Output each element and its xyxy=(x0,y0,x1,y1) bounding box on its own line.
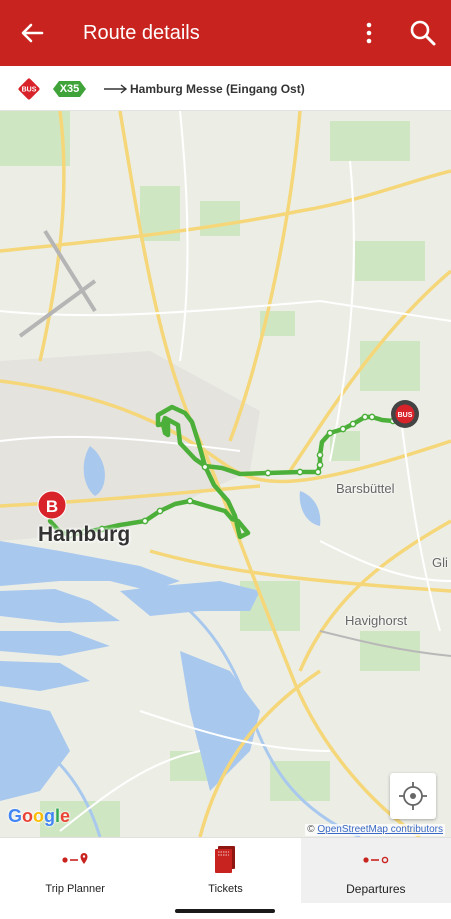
tab-trip-planner[interactable]: Trip Planner xyxy=(0,838,150,904)
bus-marker-label: BUS xyxy=(398,412,413,419)
home-gesture-handle[interactable] xyxy=(175,909,275,913)
start-stop-marker[interactable]: B xyxy=(37,490,67,520)
tab-departures[interactable]: Departures xyxy=(300,838,451,904)
screen: Route details BUS X35 Hamburg Messe (Ein… xyxy=(0,0,451,919)
google-logo-letter: o xyxy=(33,806,45,826)
map-label-barsbuettel: Barsbüttel xyxy=(336,481,395,496)
app-bar: Route details xyxy=(0,0,451,66)
map-label-glinde: Gli xyxy=(432,555,448,570)
tickets-icon xyxy=(215,846,236,873)
map-label-havighorst: Havighorst xyxy=(345,613,408,628)
direction-arrow-icon xyxy=(104,84,128,94)
bus-mode-label: BUS xyxy=(22,87,37,94)
start-marker-label: B xyxy=(46,497,58,516)
tab-label: Tickets xyxy=(208,883,243,895)
tab-label: Departures xyxy=(346,882,406,896)
tab-label: Trip Planner xyxy=(45,883,105,895)
line-number: X35 xyxy=(59,83,80,95)
map-attribution: © OpenStreetMap contributors xyxy=(305,824,445,836)
departures-icon xyxy=(363,856,389,864)
trip-planner-icon xyxy=(62,853,88,864)
system-navigation-bar xyxy=(0,903,451,919)
arrow-back-icon[interactable] xyxy=(16,17,48,49)
more-vert-icon[interactable] xyxy=(353,17,385,49)
google-logo-letter: o xyxy=(22,806,34,826)
google-logo-letter: e xyxy=(60,806,71,826)
map-label-hamburg: Hamburg xyxy=(38,523,131,546)
page-title: Route details xyxy=(83,22,200,44)
google-logo: Google xyxy=(8,806,70,826)
map-urban-area xyxy=(0,351,260,541)
map-canvas[interactable]: BUS B xyxy=(0,111,451,837)
openstreetmap-link[interactable]: OpenStreetMap contributors xyxy=(317,824,443,835)
my-location-icon xyxy=(399,782,427,810)
route-map[interactable]: BUS B Hamburg Barsbüttel Havighorst Gli … xyxy=(0,111,451,837)
google-logo-text: Google xyxy=(8,806,70,826)
tab-tickets[interactable]: Tickets xyxy=(150,838,300,904)
route-header: BUS X35 Hamburg Messe (Eingang Ost) xyxy=(0,66,451,111)
attribution-prefix: © xyxy=(307,824,315,835)
search-icon[interactable] xyxy=(406,16,440,50)
bus-mode-icon: BUS xyxy=(18,78,40,100)
my-location-button[interactable] xyxy=(390,773,436,819)
google-logo-letter: g xyxy=(44,806,56,826)
destination-label: Hamburg Messe (Eingang Ost) xyxy=(130,82,305,96)
bottom-navigation: Trip Planner Tickets Departures xyxy=(0,837,451,904)
bus-position-marker[interactable]: BUS xyxy=(391,400,419,428)
google-logo-letter: G xyxy=(8,806,23,826)
